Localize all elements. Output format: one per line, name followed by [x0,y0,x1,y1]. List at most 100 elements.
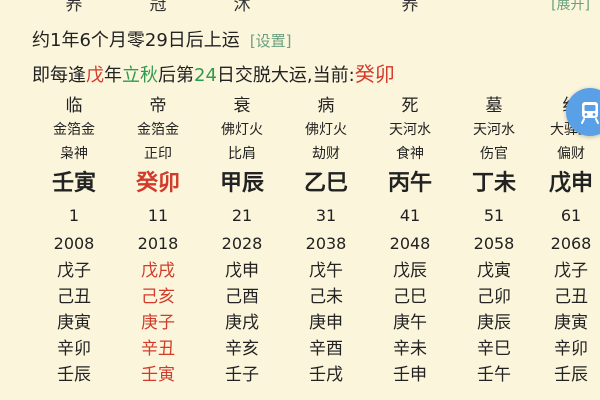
annual-pillar: 庚子 [141,313,175,333]
ten-god: 食神 [396,146,424,162]
top-stage-cell: 养 [65,0,83,15]
start-age: 61 [560,206,582,225]
ten-god: 正印 [144,146,172,162]
luck-column[interactable]: 衰 佛灯火 比肩 甲辰 21 2028 戊申 己酉 庚戌 辛亥 壬子 [200,94,284,388]
start-luck-text: 约1年6个月零29日后上运 [32,30,240,51]
annual-pillar: 辛丑 [141,339,175,359]
top-stage-row: 养 冠 沐 养 [0,0,600,15]
start-year: 2038 [305,234,347,253]
nayin: 金箔金 [53,122,95,138]
nayin: 天河水 [389,122,431,138]
start-year: 2048 [389,234,431,253]
life-stage: 病 [317,96,335,116]
start-year: 2028 [221,234,263,253]
annual-pillar: 己亥 [141,287,175,307]
ten-god: 枭神 [60,146,88,162]
start-year: 2018 [137,234,179,253]
annual-pillar: 己巳 [393,287,427,307]
annual-pillar: 壬申 [393,365,427,385]
luck-pillar: 丙午 [387,171,432,196]
top-stage-cell: 冠 [149,0,167,15]
luck-column[interactable]: 病 佛灯火 劫财 乙巳 31 2038 戊午 己未 庚申 辛酉 壬戌 [284,94,368,388]
nayin: 佛灯火 [305,122,347,138]
annual-pillar: 辛酉 [309,339,343,359]
annual-pillar: 庚寅 [57,313,91,333]
annual-pillar: 戊寅 [477,261,511,281]
annual-pillar: 壬辰 [57,365,91,385]
transition-day: 24 [194,65,217,86]
life-stage: 临 [65,96,83,116]
nayin: 佛灯火 [221,122,263,138]
annual-pillar: 庚申 [309,313,343,333]
transition-mid1: 年 [104,65,122,86]
luck-column-current[interactable]: 帝 金箔金 正印 癸卯 11 2018 戊戌 己亥 庚子 辛丑 壬寅 [116,94,200,388]
start-age: 41 [399,206,421,225]
nayin: 天河水 [473,122,515,138]
life-stage: 帝 [149,96,167,116]
start-age: 1 [68,206,80,225]
annual-pillar: 戊辰 [393,261,427,281]
annual-pillar: 己未 [309,287,343,307]
start-year: 2008 [53,234,95,253]
start-age: 51 [483,206,505,225]
start-age: 21 [231,206,253,225]
annual-pillar: 辛卯 [57,339,91,359]
luck-pillars-table: 临 金箔金 枭神 壬寅 1 2008 戊子 己丑 庚寅 辛卯 壬辰 帝 金箔金 … [32,94,600,388]
annual-pillar: 戊戌 [141,261,175,281]
luck-transition-info: 即每逢戊年立秋后第24日交脱大运,当前:癸卯 [32,58,395,87]
annual-pillar: 己酉 [225,287,259,307]
expand-link[interactable]: [展开] [551,0,590,14]
luck-column[interactable]: 绝 大驿土 偏财 戊申 61 2068 戊子 己丑 庚寅 辛卯 壬辰 [536,94,600,388]
life-stage: 死 [401,96,419,116]
annual-pillar: 壬子 [225,365,259,385]
luck-column[interactable]: 临 金箔金 枭神 壬寅 1 2008 戊子 己丑 庚寅 辛卯 壬辰 [32,94,116,388]
start-age: 11 [147,206,169,225]
annual-pillar: 辛巳 [477,339,511,359]
transition-mid2: 后第 [158,65,194,86]
luck-pillar: 乙巳 [303,171,348,196]
current-luck-pillar: 癸卯 [354,62,395,86]
start-luck-info: 约1年6个月零29日后上运 [设置] [32,26,292,52]
annual-pillar: 壬戌 [309,365,343,385]
annual-pillar: 己卯 [477,287,511,307]
transition-prefix: 即每逢 [32,65,86,86]
top-stage-cell: 养 [401,0,419,15]
subway-train-icon [581,102,599,124]
start-year: 2068 [550,234,592,253]
start-age: 31 [315,206,337,225]
annual-pillar: 戊子 [57,261,91,281]
transition-suffix: 日交脱大运,当前: [216,65,355,86]
start-year: 2058 [473,234,515,253]
annual-pillar: 己丑 [554,287,588,307]
annual-pillar: 壬辰 [554,365,588,385]
ten-god: 偏财 [557,146,585,162]
luck-pillar: 壬寅 [51,171,96,196]
annual-pillar: 辛未 [393,339,427,359]
annual-pillar: 戊申 [225,261,259,281]
nayin: 金箔金 [137,122,179,138]
annual-pillar: 庚戌 [225,313,259,333]
life-stage: 衰 [233,96,251,116]
luck-pillar: 丁未 [471,171,516,196]
annual-pillar: 庚午 [393,313,427,333]
luck-pillar: 甲辰 [219,171,264,196]
luck-column[interactable]: 墓 天河水 伤官 丁未 51 2058 戊寅 己卯 庚辰 辛巳 壬午 [452,94,536,388]
annual-pillar: 辛亥 [225,339,259,359]
luck-pillar: 癸卯 [135,171,180,196]
ten-god: 劫财 [312,146,340,162]
annual-pillar: 壬寅 [141,365,175,385]
life-stage: 墓 [485,96,503,116]
luck-pillar: 戊申 [548,171,593,196]
annual-pillar: 庚辰 [477,313,511,333]
luck-column[interactable]: 死 天河水 食神 丙午 41 2048 戊辰 己巳 庚午 辛未 壬申 [368,94,452,388]
ten-god: 伤官 [480,146,508,162]
top-stage-cell: 沐 [233,0,251,15]
annual-pillar: 戊午 [309,261,343,281]
annual-pillar: 庚寅 [554,313,588,333]
settings-link[interactable]: [设置] [250,32,292,50]
annual-pillar: 辛卯 [554,339,588,359]
transition-stem: 戊 [86,65,104,86]
ten-god: 比肩 [228,146,256,162]
annual-pillar: 戊子 [554,261,588,281]
annual-pillar: 己丑 [57,287,91,307]
